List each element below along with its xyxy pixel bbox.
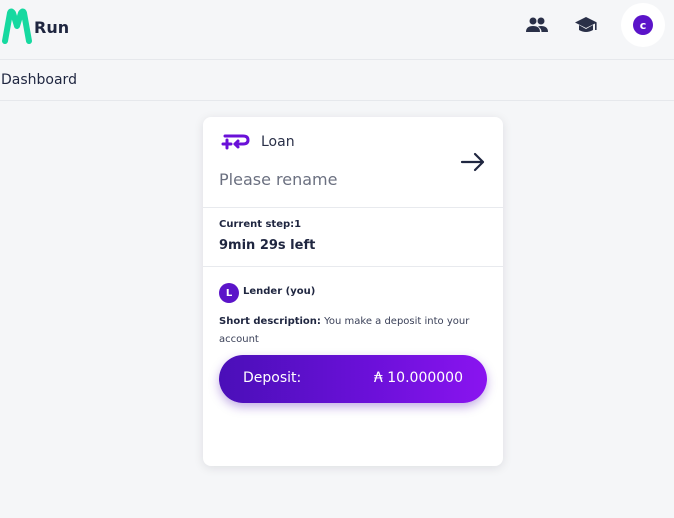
step-block: Current step:1 9min 29s left bbox=[203, 208, 503, 267]
people-icon[interactable] bbox=[525, 13, 549, 37]
role-label: Lender (you) bbox=[243, 286, 316, 297]
role-badge: L bbox=[219, 283, 239, 303]
deposit-label: Deposit: bbox=[243, 370, 302, 386]
breadcrumb: Dashboard bbox=[0, 60, 674, 101]
avatar-button[interactable]: c bbox=[621, 3, 665, 47]
logo[interactable]: Run bbox=[1, 8, 69, 44]
deposit-button[interactable]: Deposit: ₳ 10.000000 bbox=[219, 355, 487, 403]
avatar: c bbox=[633, 15, 653, 35]
top-bar: Run c bbox=[0, 0, 674, 60]
card-header: Loan Please rename bbox=[203, 117, 503, 208]
contract-card: Loan Please rename Current step:1 9min 2… bbox=[203, 117, 503, 466]
logo-m-icon bbox=[2, 8, 32, 44]
graduation-cap-icon[interactable] bbox=[574, 13, 598, 37]
time-left: 9min 29s left bbox=[219, 238, 316, 253]
loan-icon bbox=[221, 134, 250, 150]
current-step-label: Current step:1 bbox=[219, 219, 302, 230]
breadcrumb-dashboard[interactable]: Dashboard bbox=[1, 72, 77, 88]
contract-name-placeholder[interactable]: Please rename bbox=[219, 170, 337, 189]
short-description-label: Short description: bbox=[219, 316, 321, 327]
short-description: Short description: You make a deposit in… bbox=[219, 313, 481, 349]
deposit-value: ₳ 10.000000 bbox=[373, 370, 463, 386]
contract-type-label: Loan bbox=[261, 134, 295, 150]
logo-text: Run bbox=[34, 17, 70, 37]
arrow-right-icon[interactable] bbox=[459, 151, 487, 173]
